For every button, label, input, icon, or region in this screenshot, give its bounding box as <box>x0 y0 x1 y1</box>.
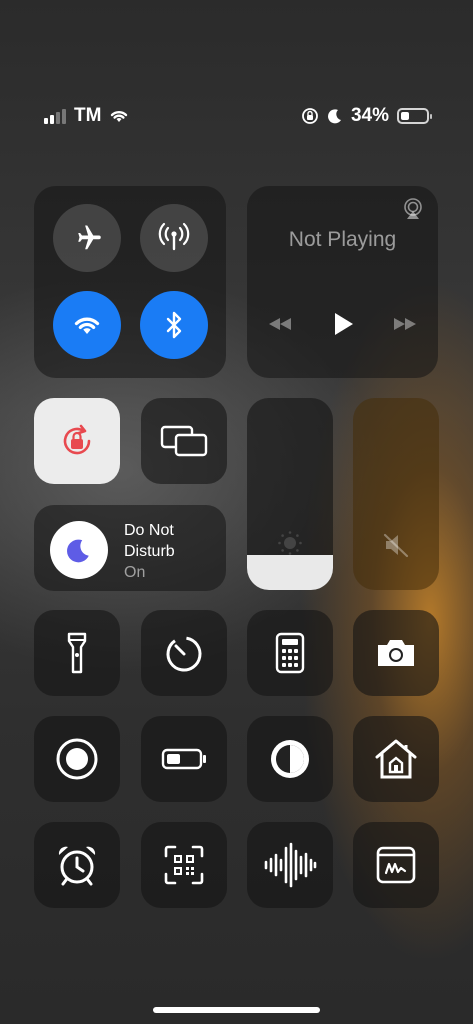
calculator-icon <box>275 632 305 674</box>
orientation-lock-icon <box>56 420 98 462</box>
camera-icon <box>375 637 417 669</box>
qr-scanner-button[interactable] <box>141 822 227 908</box>
signal-icon <box>44 108 66 124</box>
alarm-button[interactable] <box>34 822 120 908</box>
low-power-mode-icon <box>161 748 207 770</box>
home-icon <box>373 737 419 781</box>
sound-recognition-icon <box>262 842 318 888</box>
qr-code-scanner-icon <box>163 844 205 886</box>
moon-icon <box>327 108 343 124</box>
airplane-mode-toggle[interactable] <box>53 204 121 272</box>
flashlight-button[interactable] <box>34 610 120 696</box>
airplane-icon <box>72 223 102 253</box>
sound-recognition-button[interactable] <box>247 822 333 908</box>
brightness-slider[interactable] <box>247 398 333 590</box>
wifi-icon <box>72 313 102 337</box>
now-playing-module[interactable]: Not Playing <box>247 186 438 378</box>
brightness-icon <box>277 530 303 556</box>
screen-mirroring-icon <box>160 424 208 458</box>
camera-button[interactable] <box>353 610 439 696</box>
dnd-toggle[interactable] <box>50 521 108 579</box>
screen-recording-button[interactable] <box>34 716 120 802</box>
screen-mirroring-button[interactable] <box>141 398 227 484</box>
dark-mode-icon <box>268 737 312 781</box>
bluetooth-icon <box>162 310 186 340</box>
play-icon[interactable] <box>332 312 354 336</box>
dnd-label: Do Not Disturb On <box>124 520 175 583</box>
dnd-label-line1: Do Not <box>124 522 174 539</box>
antenna-icon <box>157 221 191 255</box>
carrier-name: TM <box>74 105 102 126</box>
timer-icon <box>163 632 205 674</box>
airplay-icon[interactable] <box>402 198 424 220</box>
low-power-mode-button[interactable] <box>141 716 227 802</box>
orientation-lock-toggle[interactable] <box>34 398 120 484</box>
dark-mode-button[interactable] <box>247 716 333 802</box>
flashlight-icon <box>66 632 88 674</box>
status-bar: TM 34% <box>0 100 473 130</box>
do-not-disturb-module[interactable]: Do Not Disturb On <box>34 505 226 591</box>
dnd-state: On <box>124 564 146 581</box>
wifi-toggle[interactable] <box>53 291 121 359</box>
wifi-icon <box>109 108 129 124</box>
moon-icon <box>66 537 92 563</box>
home-button[interactable] <box>353 716 439 802</box>
status-right: 34% <box>301 105 432 127</box>
quick-note-button[interactable] <box>353 822 439 908</box>
now-playing-title: Not Playing <box>288 228 397 251</box>
cellular-data-toggle[interactable] <box>140 204 208 272</box>
orientation-lock-icon <box>301 107 319 125</box>
speaker-muted-icon <box>382 532 410 558</box>
calculator-button[interactable] <box>247 610 333 696</box>
home-indicator[interactable] <box>153 1007 320 1013</box>
playback-controls <box>267 312 418 336</box>
volume-slider[interactable] <box>353 398 439 590</box>
connectivity-module <box>34 186 226 378</box>
fast-forward-icon[interactable] <box>392 316 418 332</box>
bluetooth-toggle[interactable] <box>140 291 208 359</box>
timer-button[interactable] <box>141 610 227 696</box>
notes-icon <box>376 846 416 884</box>
brightness-level <box>247 555 333 590</box>
battery-percentage: 34% <box>350 105 389 126</box>
dnd-label-line2: Disturb <box>124 543 175 560</box>
status-left: TM <box>44 105 129 127</box>
screen-recording-icon <box>55 737 99 781</box>
battery-icon <box>397 108 432 124</box>
rewind-icon[interactable] <box>267 316 293 332</box>
alarm-icon <box>55 843 99 887</box>
